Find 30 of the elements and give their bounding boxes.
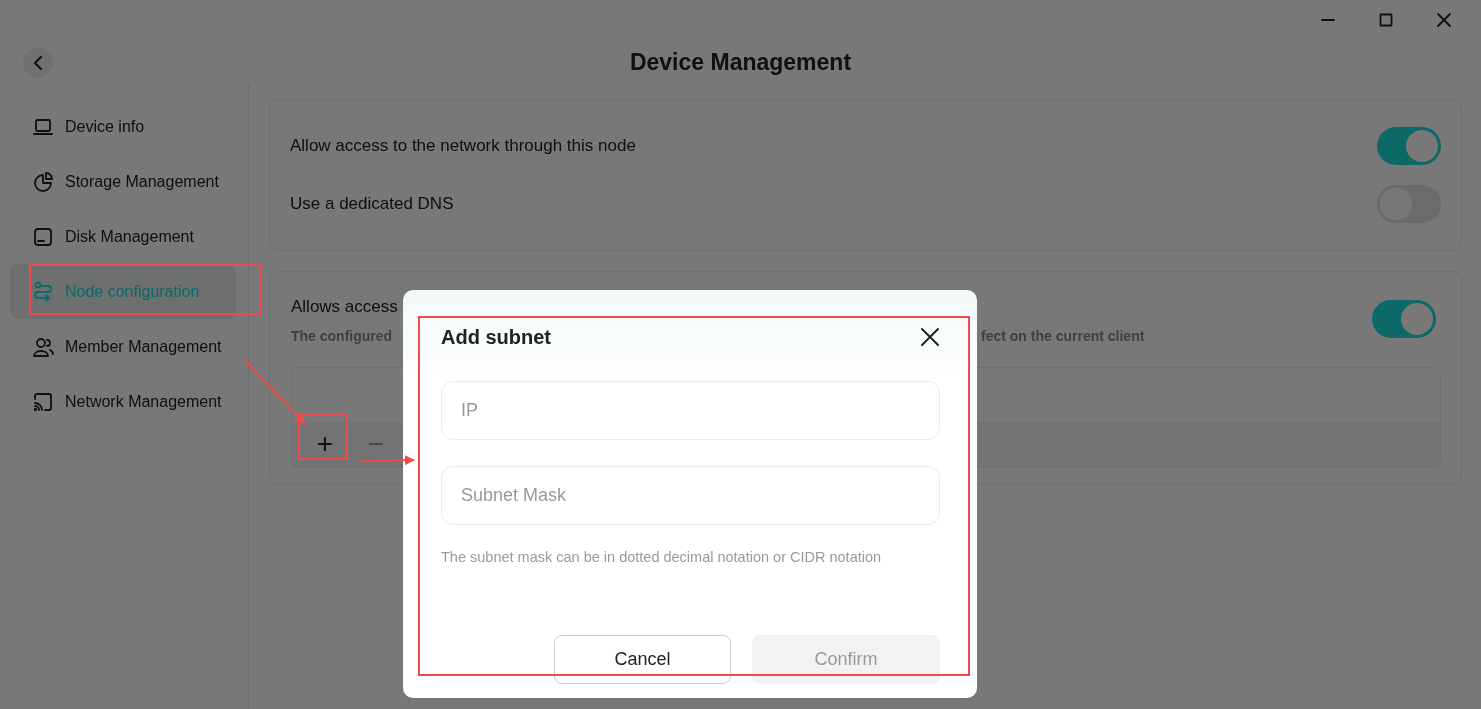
input-field[interactable]: IP [441, 381, 940, 440]
section-description: fect on the current client [981, 326, 1145, 346]
cancel-button[interactable]: Cancel [554, 634, 731, 684]
sidebar-item[interactable]: Storage Management [10, 154, 236, 209]
section-title: Allows access [291, 296, 399, 318]
input-field[interactable]: Subnet Mask [441, 466, 940, 525]
sidebar-item[interactable]: Disk Management [10, 209, 236, 264]
pie-chart-icon [32, 170, 54, 193]
sidebar-item[interactable]: Member Management [10, 319, 236, 374]
toggle-switch[interactable] [1377, 127, 1441, 165]
close-icon[interactable] [920, 327, 940, 347]
toggle-switch[interactable] [1372, 300, 1436, 338]
annotation-arrow [359, 455, 415, 466]
maximize-icon[interactable] [1379, 13, 1393, 27]
highlight-frame [298, 414, 348, 460]
users-icon [32, 335, 54, 358]
back-button[interactable] [23, 47, 53, 78]
sidebar-item[interactable]: Device info [10, 99, 236, 154]
dialog-title: Add subnet [441, 325, 551, 350]
cast-icon [32, 390, 54, 413]
hint-text: The subnet mask can be in dotted decimal notation or CIDR notation [441, 548, 883, 567]
annotation-arrow [244, 359, 306, 425]
sidebar-item[interactable]: Network Management [10, 374, 236, 429]
setting-label: Allow access to the network through this node [290, 135, 636, 158]
route-icon [32, 280, 54, 303]
add-button[interactable]: + [300, 421, 350, 467]
page-title: Device Management [629, 49, 852, 76]
back-icon[interactable] [33, 54, 43, 71]
section-description: The configured [291, 326, 393, 346]
setting-label: Use a dedicated DNS [290, 193, 454, 216]
